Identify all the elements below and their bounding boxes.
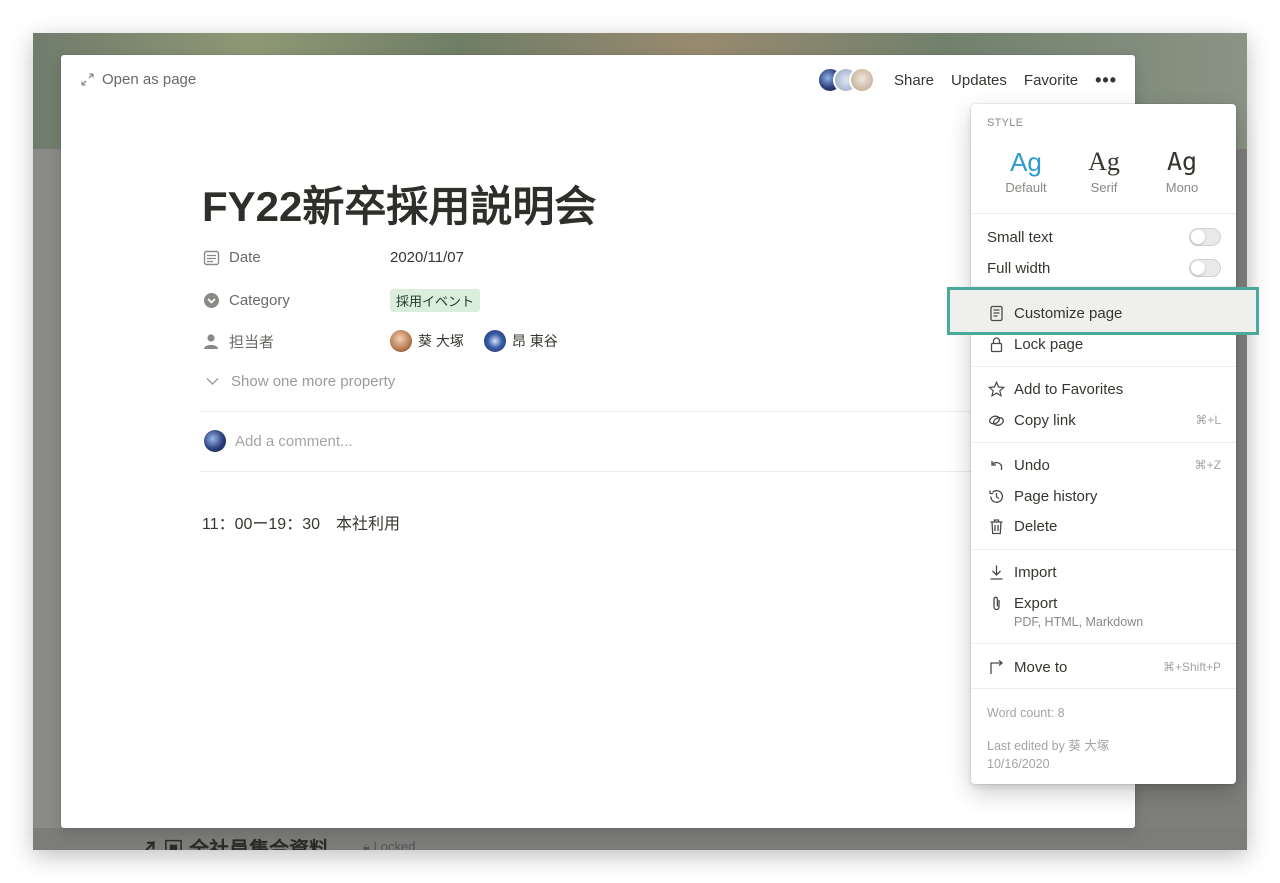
person-name: 昂 東谷 [511, 333, 558, 349]
show-more-properties-button[interactable]: Show one more property [206, 373, 395, 390]
style-default-option[interactable]: Ag Default [991, 146, 1061, 195]
calendar-icon [202, 248, 220, 266]
property-label: 担当者 [229, 333, 275, 351]
property-label: Category [229, 291, 290, 309]
style-mono-option[interactable]: Ag Mono [1147, 146, 1217, 195]
property-date[interactable]: Date 2020/11/07 [202, 240, 982, 274]
property-assignee[interactable]: 担当者 葵 大塚 昂 東谷 [202, 324, 982, 358]
avatar [390, 330, 412, 352]
share-button[interactable]: Share [894, 72, 934, 89]
divider [200, 411, 1000, 412]
select-icon [202, 291, 220, 309]
style-section-label: STYLE [987, 117, 1024, 129]
small-text-toggle-row[interactable]: Small text [987, 224, 1221, 250]
full-width-toggle[interactable] [1189, 259, 1221, 277]
expand-icon [81, 73, 94, 86]
full-width-toggle-row[interactable]: Full width [987, 255, 1221, 281]
person-chip[interactable]: 葵 大塚 [390, 330, 464, 352]
page-options-menu: STYLE Ag Default Ag Serif Ag Mono Small … [971, 104, 1236, 784]
property-label: Date [229, 248, 261, 266]
person-chip[interactable]: 昂 東谷 [483, 330, 558, 352]
open-as-page-label: Open as page [102, 71, 197, 88]
favorite-button[interactable]: Favorite [1024, 72, 1078, 89]
person-name: 葵 大塚 [418, 333, 464, 349]
chevron-down-icon [206, 378, 219, 385]
small-text-toggle[interactable] [1189, 228, 1221, 246]
avatar [204, 430, 226, 452]
divider [200, 471, 1000, 472]
comment-input[interactable]: Add a comment... [204, 430, 353, 452]
person-icon [202, 332, 220, 350]
customize-page-highlight [947, 287, 1259, 335]
page-title[interactable]: FY22新卒採用説明会 [202, 173, 596, 234]
arrow-icon: ↗ ▣ [138, 839, 190, 850]
page-body-text[interactable]: 11：00ー19：30 本社利用 [202, 510, 400, 534]
property-category[interactable]: Category 採用イベント [202, 283, 982, 317]
avatar [483, 330, 506, 352]
avatar [849, 67, 875, 93]
menu-divider [971, 213, 1236, 214]
updates-button[interactable]: Updates [951, 72, 1007, 89]
category-tag[interactable]: 採用イベント [390, 288, 481, 312]
style-serif-option[interactable]: Ag Serif [1069, 146, 1139, 195]
background-page-title: ↗ ▣ 全社員集合資料 [138, 833, 329, 850]
modal-topbar: Open as page Share Updates Favorite ••• [61, 55, 1135, 107]
more-options-button[interactable]: ••• [1095, 70, 1117, 91]
date-value[interactable]: 2020/11/07 [390, 249, 464, 266]
background-locked-badge: 🔒︎ Locked [363, 839, 416, 850]
collaborator-avatars[interactable] [817, 67, 875, 93]
comment-placeholder: Add a comment... [235, 432, 353, 450]
open-as-page-button[interactable]: Open as page [81, 71, 196, 88]
